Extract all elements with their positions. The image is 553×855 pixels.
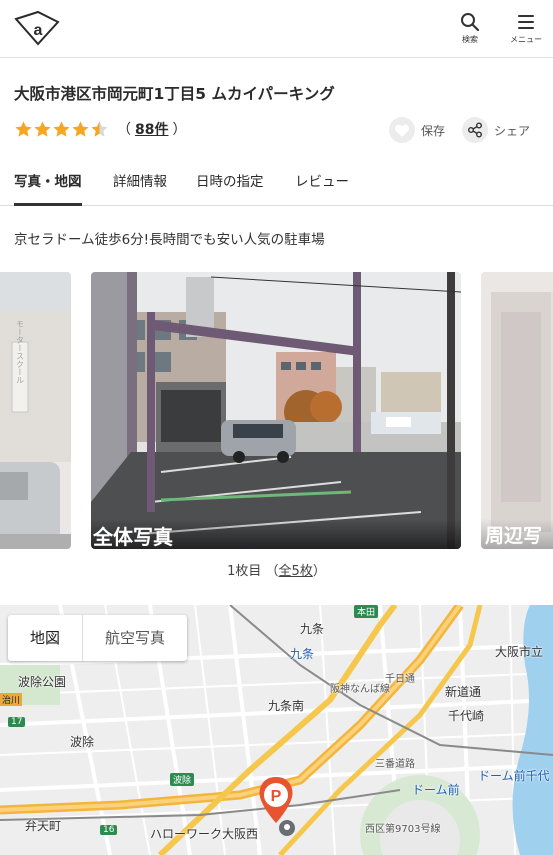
map-label-honden: 本田 bbox=[354, 605, 379, 618]
save-label: 保存 bbox=[421, 123, 446, 138]
review-prefix: （ bbox=[117, 122, 131, 138]
map-label-namiyoke-park: 波除公園 bbox=[18, 675, 67, 689]
review-suffix: ） bbox=[172, 122, 187, 138]
search-label: 検索 bbox=[462, 35, 478, 44]
counter-prefix: 1枚目 （ bbox=[227, 564, 279, 579]
search-button[interactable]: 検索 bbox=[450, 12, 490, 48]
main-photo-image bbox=[91, 272, 461, 549]
map-toggle-aerial[interactable]: 航空写真 bbox=[82, 615, 187, 661]
catchphrase: 京セラドーム徒歩6分!長時間でも安い人気の駐車場 bbox=[14, 232, 325, 248]
map-label-dome-mae: ドーム前 bbox=[412, 783, 460, 797]
detail-tabs: 写真・地図 詳細情報 日時の指定 レビュー bbox=[0, 160, 553, 206]
map-label-kujo-area: 九条 bbox=[300, 622, 325, 636]
map-label-sanjo: 三番道路 bbox=[375, 759, 415, 770]
map-label-chiyozaki: 千代崎 bbox=[448, 709, 485, 723]
star-icon bbox=[34, 120, 51, 137]
hamburger-icon bbox=[518, 15, 534, 29]
star-rating bbox=[14, 120, 109, 139]
photo-counter: 1枚目 （全5枚） bbox=[0, 560, 553, 579]
svg-text:P: P bbox=[271, 788, 282, 805]
previous-photo[interactable]: モータースクール bbox=[0, 272, 71, 549]
review-count-link[interactable]: 88件 bbox=[135, 122, 168, 138]
share-icon bbox=[462, 117, 488, 143]
rating-row: （88件） bbox=[14, 118, 186, 140]
map-label-namiyoke: 波除 bbox=[70, 735, 95, 749]
map-toggle-map[interactable]: 地図 bbox=[8, 615, 82, 661]
map-label-dome-mae-chiyozaki: ドーム前千代 bbox=[478, 769, 550, 783]
map-label-route-16: 16 bbox=[100, 825, 118, 835]
next-photo[interactable]: 周辺写 bbox=[481, 272, 553, 549]
review-link-wrapper: （88件） bbox=[117, 119, 186, 139]
share-label: シェア bbox=[494, 123, 531, 138]
map-label-sendaidori: 千日通 bbox=[385, 674, 415, 685]
star-icon bbox=[53, 120, 70, 137]
akippa-logo[interactable]: a bbox=[14, 9, 60, 49]
map-label-hello-work: ハローワーク大阪西 bbox=[150, 827, 259, 841]
map-label-nishiwa: 西区第9703号線 bbox=[365, 824, 441, 835]
next-photo-caption: 周辺写 bbox=[481, 519, 553, 549]
map-label-kujo-station: 九条 bbox=[290, 647, 315, 661]
map-label-namiyoke-road: 波除 bbox=[170, 773, 195, 786]
star-icon bbox=[72, 120, 89, 137]
previous-photo-image: モータースクール bbox=[0, 272, 71, 549]
map-label-nishi-road: 治川 bbox=[0, 693, 23, 706]
main-photo[interactable]: 全体写真 bbox=[91, 272, 461, 549]
share-button[interactable]: シェア bbox=[462, 116, 530, 144]
search-icon bbox=[461, 13, 480, 32]
photo-carousel[interactable]: モータースクール 全体写真 周辺写 bbox=[0, 272, 553, 550]
location-map[interactable]: P 地図 航空写真 本田 九条 九条 波除公園 九条南 波除 波除 治川 17 … bbox=[0, 605, 553, 855]
map-label-kujo-minami: 九条南 bbox=[268, 699, 305, 713]
map-label-bentencho: 弁天町 bbox=[25, 819, 62, 833]
all-photos-link[interactable]: 全5枚 bbox=[279, 564, 313, 579]
map-label-osaka-ichiritsu: 大阪市立 bbox=[495, 645, 544, 659]
save-button[interactable]: 保存 bbox=[389, 116, 445, 144]
next-photo-image bbox=[481, 272, 553, 549]
poi-marker-icon bbox=[279, 820, 295, 836]
previous-photo-sign: モータースクール bbox=[16, 320, 25, 384]
tab-datetime[interactable]: 日時の指定 bbox=[196, 170, 264, 206]
main-photo-caption: 全体写真 bbox=[91, 519, 461, 549]
star-icon bbox=[91, 120, 108, 137]
menu-label: メニュー bbox=[510, 35, 542, 44]
counter-suffix: ） bbox=[312, 564, 326, 579]
menu-button[interactable]: メニュー bbox=[506, 12, 546, 48]
app-header: a 検索 メニュー bbox=[0, 0, 553, 58]
tab-photo-map[interactable]: 写真・地図 bbox=[14, 170, 82, 206]
tab-details[interactable]: 詳細情報 bbox=[113, 170, 167, 206]
map-label-shindo-dori: 新道通 bbox=[445, 685, 482, 699]
logo-letter: a bbox=[34, 22, 43, 39]
tab-reviews[interactable]: レビュー bbox=[295, 170, 349, 206]
parking-title: 大阪市港区市岡元町1丁目5 ムカイパーキング bbox=[14, 85, 335, 103]
map-label-route-17: 17 bbox=[8, 717, 26, 727]
star-icon bbox=[15, 120, 32, 137]
map-label-hanshin-line: 阪神なんば線 bbox=[330, 684, 390, 695]
map-type-toggle: 地図 航空写真 bbox=[8, 615, 188, 661]
heart-icon bbox=[389, 117, 415, 143]
